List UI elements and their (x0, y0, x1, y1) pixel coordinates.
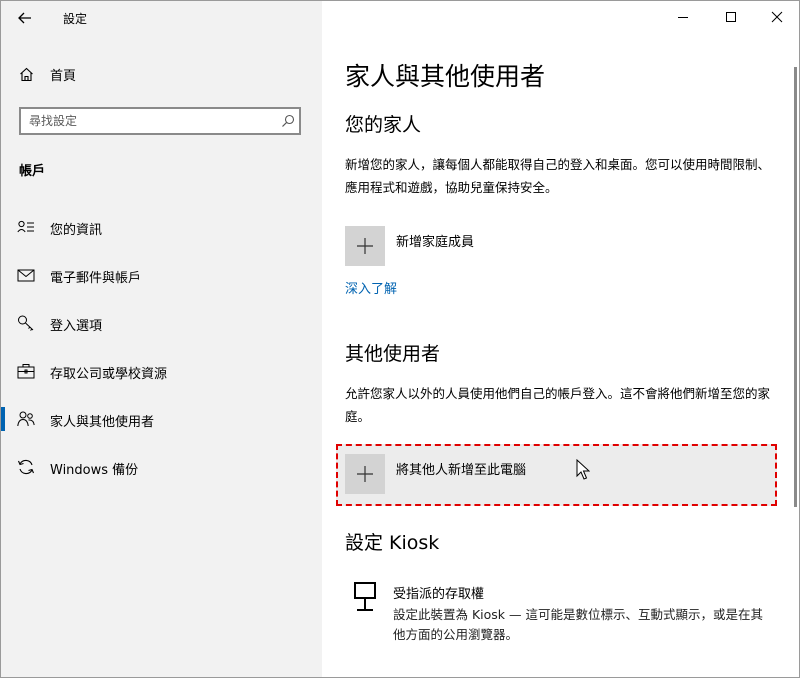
learn-more-link[interactable]: 深入了解 (345, 278, 397, 297)
person-info-icon (17, 220, 34, 233)
plus-icon (357, 238, 373, 254)
close-icon (771, 11, 783, 23)
sidebar-item-signin[interactable]: 登入選項 (1, 303, 322, 343)
sidebar: 設定 首頁 帳戶 您的資訊 (1, 1, 322, 677)
assigned-access-title: 受指派的存取權 (393, 587, 485, 602)
plus-icon (357, 466, 373, 482)
search-box[interactable] (19, 107, 301, 135)
key-icon (18, 315, 34, 331)
sidebar-section-title: 帳戶 (19, 164, 46, 179)
assigned-access-item[interactable]: 受指派的存取權 設定此裝置為 Kiosk — 這可能是數位標示、互動式顯示，或是… (345, 581, 773, 645)
minimize-icon (678, 17, 688, 18)
minimize-button[interactable] (660, 1, 706, 33)
assigned-access-description: 設定此裝置為 Kiosk — 這可能是數位標示、互動式顯示，或是在其他方面的公用… (393, 607, 763, 642)
sidebar-item-label: 電子郵件與帳戶 (50, 271, 142, 286)
add-other-user-button[interactable]: 將其他人新增至此電腦 (345, 454, 526, 494)
other-users-heading: 其他使用者 (345, 343, 441, 365)
family-description: 新增您的家人，讓每個人都能取得自己的登入和桌面。您可以使用時間限制、應用程式和遊… (345, 157, 771, 195)
home-label: 首頁 (50, 69, 77, 84)
back-arrow-icon (18, 12, 31, 24)
search-icon[interactable] (281, 113, 295, 132)
sidebar-home[interactable]: 首頁 (19, 65, 76, 84)
maximize-button[interactable] (708, 1, 754, 33)
sidebar-item-email[interactable]: 電子郵件與帳戶 (1, 255, 322, 295)
sidebar-item-label: 存取公司或學校資源 (50, 367, 168, 382)
sync-icon (17, 459, 35, 475)
other-users-description: 允許您家人以外的人員使用他們自己的帳戶登入。這不會將他們新增至您的家庭。 (345, 386, 771, 424)
app-title: 設定 (63, 12, 88, 26)
mail-icon (17, 269, 35, 282)
add-family-label: 新增家庭成員 (396, 235, 475, 250)
settings-window: 設定 首頁 帳戶 您的資訊 (0, 0, 800, 678)
sidebar-item-label: 登入選項 (50, 319, 103, 334)
add-family-member-button[interactable]: 新增家庭成員 (345, 226, 474, 266)
sidebar-item-your-info[interactable]: 您的資訊 (1, 207, 322, 247)
page-title: 家人與其他使用者 (345, 62, 546, 91)
kiosk-icon (345, 581, 385, 621)
close-button[interactable] (754, 1, 799, 33)
add-other-user-tile[interactable] (345, 454, 385, 494)
sidebar-item-backup[interactable]: Windows 備份 (1, 447, 322, 487)
home-icon (20, 67, 33, 82)
sidebar-item-label: 您的資訊 (50, 223, 103, 238)
main-content: 家人與其他使用者 您的家人 新增您的家人，讓每個人都能取得自己的登入和桌面。您可… (322, 1, 799, 677)
briefcase-icon (17, 364, 35, 379)
mouse-cursor-icon (576, 459, 590, 480)
scrollbar[interactable] (794, 67, 797, 507)
sidebar-item-label: Windows 備份 (50, 463, 139, 478)
family-heading: 您的家人 (345, 114, 422, 136)
kiosk-heading: 設定 Kiosk (345, 532, 440, 554)
sidebar-item-label: 家人與其他使用者 (50, 415, 155, 430)
people-icon (17, 411, 35, 427)
sidebar-item-family[interactable]: 家人與其他使用者 (1, 399, 322, 439)
search-input[interactable] (29, 112, 269, 130)
back-button[interactable] (9, 5, 41, 31)
maximize-icon (726, 12, 736, 22)
sidebar-item-work-school[interactable]: 存取公司或學校資源 (1, 351, 322, 391)
add-other-user-label: 將其他人新增至此電腦 (396, 463, 527, 478)
add-family-tile[interactable] (345, 226, 385, 266)
